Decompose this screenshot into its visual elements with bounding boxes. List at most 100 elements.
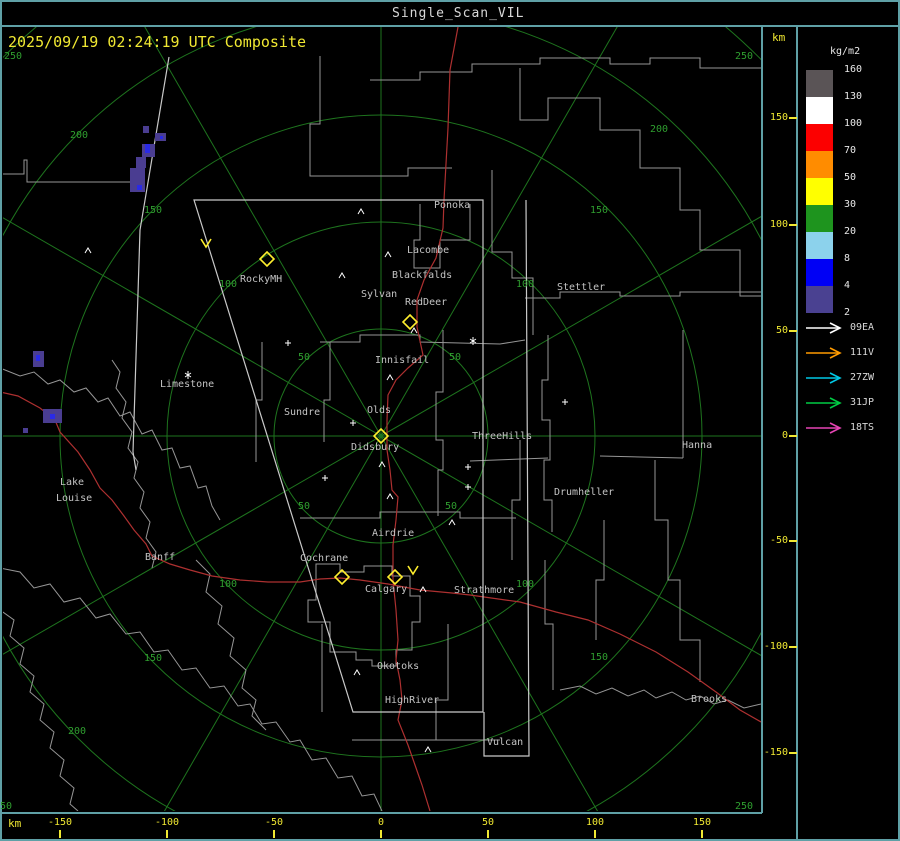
bottom-axis-unit: km [8,817,22,830]
ring-label: 100 [219,579,238,590]
bottom-axis-label: -50 [264,817,284,828]
obs-station-markers [84,208,568,753]
map-label-sylvan: Sylvan [361,289,398,300]
ring-label: 250 [735,51,754,62]
ring-label: 100 [219,279,238,290]
map-label-reddeer: RedDeer [405,297,448,308]
map-label-innisfail: Innisfail [375,355,430,366]
legend-scale-value: 30 [844,199,857,210]
track-label-31JP: 31JP [850,397,875,408]
map-label-lacombe: Lacombe [407,245,450,256]
bottom-axis-label: 100 [585,817,605,828]
window-title: Single_Scan_VIL [392,6,525,21]
map-label-highriver: HighRiver [385,695,440,706]
ring-label: 150 [590,652,609,663]
legend-swatch [806,178,833,205]
map-label-okotoks: Okotoks [377,661,420,672]
track-label-18TS: 18TS [850,422,875,433]
right-axis-unit: km [772,31,786,44]
legend-scale-value: 50 [844,172,857,183]
map-label-strathmore: Strathmore [454,585,515,596]
legend-scale-value: 70 [844,145,857,156]
bottom-axis-ticks [59,830,703,838]
map-label-limestone: Limestone [160,379,215,390]
ring-label: 200 [68,726,87,737]
ring-label: 250 [4,51,23,62]
ring-label: 200 [70,130,89,141]
map-label-cochrane: Cochrane [300,553,349,564]
right-axis-label: 150 [769,112,788,123]
map-label-ponoka: Ponoka [434,200,471,211]
map-label-threehills: ThreeHills [472,431,533,442]
legend-scale-value: 8 [844,253,851,264]
legend-units-label: kg/m2 [830,46,861,57]
map-label-brooks: Brooks [691,694,728,705]
right-axis-ticks [789,117,797,754]
ring-label: 200 [650,124,669,135]
ring-label: 150 [144,205,163,216]
map-label-calgary: Calgary [365,584,408,595]
track-label-09EA: 09EA [850,322,875,333]
right-axis-label: 50 [775,325,788,336]
radar-app-window: Single_Scan_VIL 2025/09/19 02:24:19 UTC … [0,0,900,841]
radar-map-canvas[interactable] [0,0,900,841]
right-axis-label: -150 [763,747,788,758]
map-label-louise: Louise [56,493,93,504]
track-arrow-31JP [806,397,842,409]
map-label-stettler: Stettler [557,282,606,293]
right-axis-label: -100 [763,641,788,652]
track-arrow-27ZW [806,372,842,384]
track-arrow-09EA [806,322,842,334]
legend-swatch [806,286,833,313]
legend-scale-value: 2 [844,307,851,318]
track-label-111V: 111V [850,347,875,358]
legend-swatch [806,97,833,124]
bottom-axis-label: 50 [481,817,495,828]
ring-label: 150 [590,205,609,216]
map-label-olds: Olds [367,405,392,416]
ring-label: 50 [449,352,462,363]
right-axis-label: 100 [769,219,788,230]
legend-swatch [806,205,833,232]
legend-scale-value: 160 [844,64,863,75]
ring-label: 50 [298,501,311,512]
timestamp: 2025/09/19 02:24:19 UTC Composite [8,33,307,51]
title-bar[interactable]: Single_Scan_VIL [0,0,900,25]
bottom-axis-label: 0 [377,817,385,828]
bottom-axis-label: -150 [47,817,73,828]
right-axis-label: -50 [769,535,788,546]
map-label-hanna: Hanna [682,440,713,451]
map-label-banff: Banff [145,552,176,563]
track-arrow-111V [806,347,842,359]
ring-label: 250 [735,801,754,812]
track-arrow-18TS [806,422,842,434]
bottom-axis-label: 150 [692,817,712,828]
map-label-drumheller: Drumheller [554,487,615,498]
legend-scale-value: 4 [844,280,851,291]
ring-label: 50 [298,352,311,363]
map-label-rockymh: RockyMH [240,274,283,285]
bottom-axis-label: -100 [154,817,180,828]
ring-label: 100 [516,579,535,590]
map-label-didsbury: Didsbury [351,442,400,453]
map-label-lake: Lake [60,477,85,488]
legend-scale-value: 100 [844,118,863,129]
legend-swatch [806,151,833,178]
map-label-sundre: Sundre [284,407,321,418]
legend-swatch [806,70,833,97]
ring-label: 100 [516,279,535,290]
legend-swatch [806,124,833,151]
legend-scale-value: 20 [844,226,857,237]
track-label-27ZW: 27ZW [850,372,875,383]
ring-label: 50 [445,501,458,512]
right-axis-label: 0 [781,430,788,441]
map-label-blackfalds: Blackfalds [392,270,453,281]
legend-swatch [806,259,833,286]
legend-scale-value: 130 [844,91,863,102]
legend-swatch [806,232,833,259]
map-label-airdrie: Airdrie [372,528,415,539]
ring-label: 250 [0,801,13,812]
scan-area-outline [132,56,530,757]
map-label-vulcan: Vulcan [487,737,524,748]
ring-label: 150 [144,653,163,664]
